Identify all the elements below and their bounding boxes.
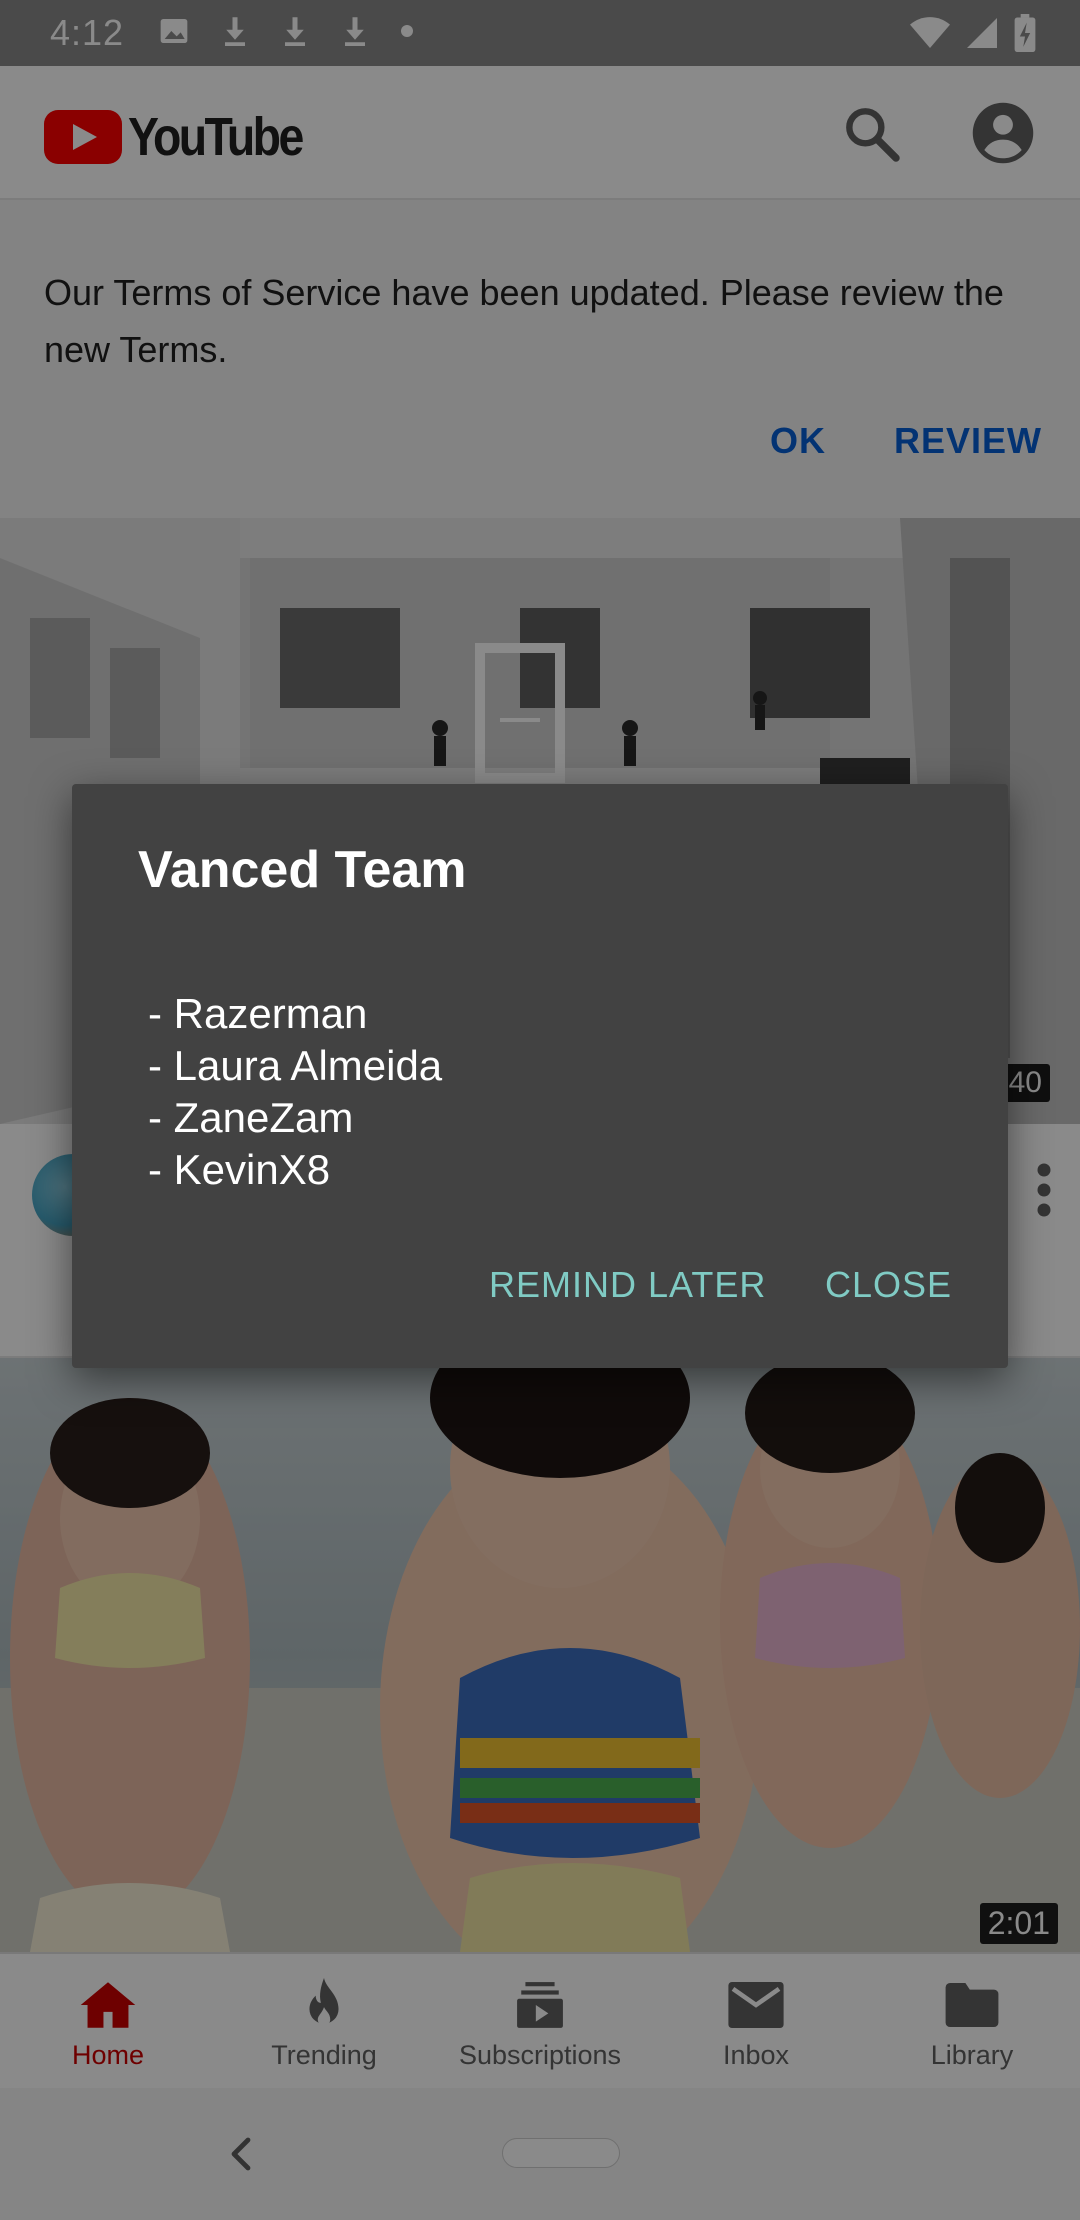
close-button[interactable]: CLOSE — [825, 1264, 952, 1306]
dialog-title: Vanced Team — [138, 841, 467, 899]
dialog-line: - Razerman — [148, 990, 368, 1037]
dialog-body: - Razerman - Laura Almeida - ZaneZam - K… — [148, 988, 442, 1196]
vanced-team-dialog: Vanced Team - Razerman - Laura Almeida -… — [72, 784, 1008, 1368]
dialog-line: - KevinX8 — [148, 1146, 331, 1193]
remind-later-button[interactable]: REMIND LATER — [489, 1264, 766, 1306]
dialog-line: - Laura Almeida — [148, 1042, 443, 1089]
dialog-line: - ZaneZam — [148, 1094, 354, 1141]
